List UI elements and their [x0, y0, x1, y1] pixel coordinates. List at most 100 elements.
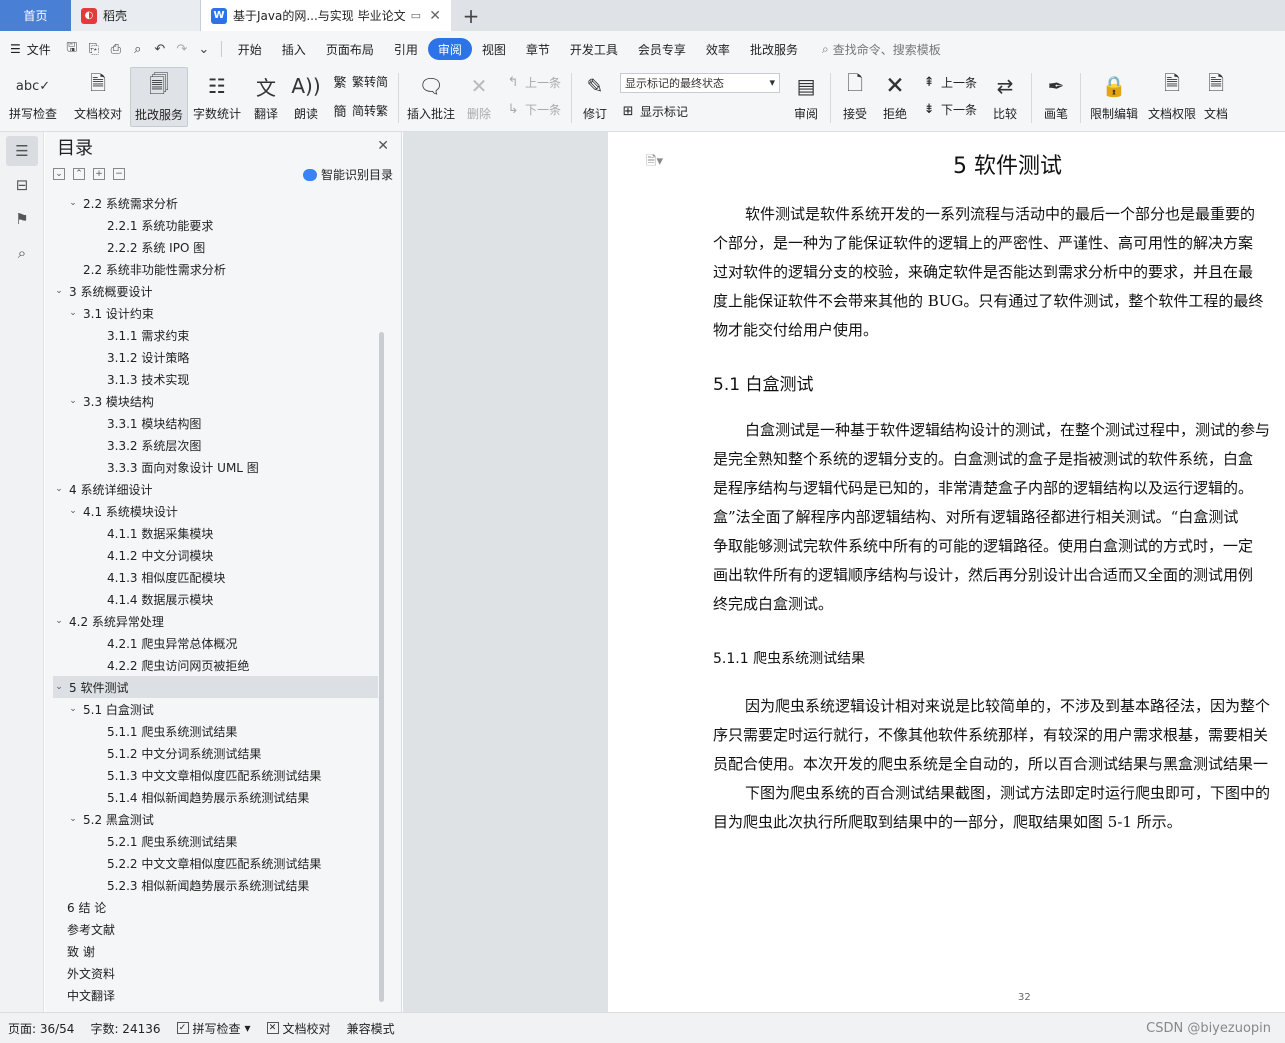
- toc-item[interactable]: 4.1.4 数据展示模块: [53, 588, 378, 610]
- redo-icon[interactable]: ↷: [171, 38, 193, 60]
- menu-item-chapter[interactable]: 章节: [516, 38, 560, 60]
- toc-item[interactable]: 外文资料: [53, 962, 378, 984]
- menu-item-insert[interactable]: 插入: [272, 38, 316, 60]
- read-aloud-button[interactable]: A)) 朗读: [286, 67, 326, 127]
- doc-more-button[interactable]: 🗎 文档: [1201, 67, 1231, 127]
- toc-item[interactable]: 4.2.2 爬虫访问网页被拒绝: [53, 654, 378, 676]
- toc-item[interactable]: 2.2 系统非功能性需求分析: [53, 258, 378, 280]
- toc-item[interactable]: ⌄ 5.1 白盒测试: [53, 698, 378, 720]
- delete-comment-button[interactable]: ✕ 删除: [459, 67, 499, 127]
- compare-button[interactable]: ⇄ 比较: [983, 67, 1027, 127]
- chevron-down-icon[interactable]: ⌄: [53, 682, 65, 692]
- prev-change-button[interactable]: ⇞ 上一条: [921, 74, 977, 91]
- status-doc-proofread[interactable]: ✕ 文档校对: [259, 1020, 339, 1037]
- toc-item[interactable]: 2.2.1 系统功能要求: [53, 214, 378, 236]
- menu-item-reference[interactable]: 引用: [384, 38, 428, 60]
- add-heading-icon[interactable]: +: [93, 168, 105, 180]
- toc-item[interactable]: ⌄ 4.1 系统模块设计: [53, 500, 378, 522]
- menu-item-view[interactable]: 视图: [472, 38, 516, 60]
- toc-panel-icon[interactable]: ☰: [6, 136, 38, 166]
- prev-comment-button[interactable]: ↰ 上一条: [505, 74, 561, 91]
- toc-item[interactable]: 致 谢: [53, 940, 378, 962]
- toc-item[interactable]: ⌄ 3.3 模块结构: [53, 390, 378, 412]
- toc-item[interactable]: 4.2.1 爬虫异常总体概况: [53, 632, 378, 654]
- tab-document[interactable]: W 基于Java的网...与实现 毕业论文 ▭ ✕: [201, 0, 451, 31]
- menu-item-layout[interactable]: 页面布局: [316, 38, 384, 60]
- reject-button[interactable]: 🗙 拒绝: [875, 67, 915, 127]
- export-pdf-icon[interactable]: ⎘: [83, 38, 105, 60]
- menu-item-efficiency[interactable]: 效率: [696, 38, 740, 60]
- trad-to-simp-button[interactable]: 繁繁转简: [332, 72, 388, 91]
- toc-item[interactable]: 4.1.2 中文分词模块: [53, 544, 378, 566]
- menu-item-devtools[interactable]: 开发工具: [560, 38, 628, 60]
- toc-item[interactable]: 4.1.1 数据采集模块: [53, 522, 378, 544]
- toc-item[interactable]: 6 结 论: [53, 896, 378, 918]
- chevron-down-icon[interactable]: ⌄: [53, 484, 65, 494]
- monitor-icon[interactable]: ▭: [411, 9, 421, 22]
- tab-home[interactable]: 首页: [0, 0, 71, 31]
- page-menu-icon[interactable]: 🗎▾: [646, 152, 663, 174]
- toc-item[interactable]: 中文翻译: [53, 984, 378, 1006]
- file-menu[interactable]: ☰ 文件: [0, 38, 61, 60]
- toc-item[interactable]: 3.1.3 技术实现: [53, 368, 378, 390]
- menu-item-correction[interactable]: 批改服务: [740, 38, 808, 60]
- pen-button[interactable]: ✒ 画笔: [1036, 67, 1076, 127]
- chevron-down-icon[interactable]: ⌄: [53, 616, 65, 626]
- toc-item[interactable]: ⌄ 4 系统详细设计: [53, 478, 378, 500]
- chevron-down-icon[interactable]: ⌄: [67, 308, 79, 318]
- toc-item[interactable]: ⌄ 5 软件测试: [53, 676, 378, 698]
- doc-proofread-button[interactable]: 🗎 文档校对: [66, 67, 130, 127]
- toc-item[interactable]: 3.3.3 面向对象设计 UML 图: [53, 456, 378, 478]
- smart-toc-button[interactable]: 智能识别目录: [302, 166, 393, 183]
- chevron-down-icon[interactable]: ⌄: [67, 704, 79, 714]
- accept-button[interactable]: 🗋 接受: [835, 67, 875, 127]
- simp-to-trad-button[interactable]: 簡简转繁: [332, 101, 388, 120]
- insert-comment-button[interactable]: 🗨 插入批注: [403, 67, 459, 127]
- spell-check-button[interactable]: abc✓ 拼写检查: [0, 67, 66, 127]
- review-pane-button[interactable]: ▤ 审阅: [786, 67, 826, 127]
- collapse-all-icon[interactable]: ⌄: [53, 168, 65, 180]
- show-markup-button[interactable]: ⊞ 显示标记: [620, 103, 780, 120]
- toc-item[interactable]: 2.2.2 系统 IPO 图: [53, 236, 378, 258]
- toc-item[interactable]: 5.1.4 相似新闻趋势展示系统测试结果: [53, 786, 378, 808]
- expand-all-icon[interactable]: ⌃: [73, 168, 85, 180]
- toc-item[interactable]: ⌄ 5.2 黑盒测试: [53, 808, 378, 830]
- menu-item-review[interactable]: 审阅: [427, 38, 472, 60]
- toc-item[interactable]: 5.1.3 中文文章相似度匹配系统测试结果: [53, 764, 378, 786]
- chevron-down-icon[interactable]: ⌄: [67, 506, 79, 516]
- print-preview-icon[interactable]: ⌕: [127, 38, 149, 60]
- status-spell-check[interactable]: ✓ 拼写检查 ▾: [169, 1020, 259, 1037]
- restrict-editing-button[interactable]: 🔒 限制编辑: [1085, 67, 1143, 127]
- next-comment-button[interactable]: ↳ 下一条: [505, 101, 561, 118]
- chevron-down-icon[interactable]: ⌄: [53, 286, 65, 296]
- toc-item[interactable]: 3.3.2 系统层次图: [53, 434, 378, 456]
- doc-permission-button[interactable]: 🗎 文档权限: [1143, 67, 1201, 127]
- search-icon[interactable]: ⌕: [6, 238, 38, 268]
- toc-item[interactable]: 5.2.2 中文文章相似度匹配系统测试结果: [53, 852, 378, 874]
- toc-item[interactable]: ⌄ 3 系统概要设计: [53, 280, 378, 302]
- close-tab-icon[interactable]: ✕: [429, 8, 441, 24]
- close-icon[interactable]: ✕: [377, 138, 389, 154]
- undo-icon[interactable]: ↶: [149, 38, 171, 60]
- toc-item[interactable]: 3.1.1 需求约束: [53, 324, 378, 346]
- page-indicator[interactable]: 页面: 36/54: [0, 1020, 82, 1037]
- new-tab-button[interactable]: +: [451, 0, 491, 31]
- toc-item[interactable]: 4.1.3 相似度匹配模块: [53, 566, 378, 588]
- word-count-button[interactable]: ☷ 字数统计: [188, 67, 246, 127]
- quick-access-dropdown-icon[interactable]: ⌄: [193, 38, 215, 60]
- tab-daoke[interactable]: ◐ 稻壳: [71, 0, 201, 31]
- chevron-down-icon[interactable]: ⌄: [67, 396, 79, 406]
- chevron-down-icon[interactable]: ⌄: [67, 814, 79, 824]
- toc-item[interactable]: 5.1.1 爬虫系统测试结果: [53, 720, 378, 742]
- toc-item[interactable]: 3.1.2 设计策略: [53, 346, 378, 368]
- bookmark-icon[interactable]: ⚑: [6, 204, 38, 234]
- translate-button[interactable]: 文 翻译: [246, 67, 286, 127]
- toc-item[interactable]: ⌄ 2.2 系统需求分析: [53, 192, 378, 214]
- chevron-down-icon[interactable]: ⌄: [67, 198, 79, 208]
- toc-scrollbar[interactable]: [379, 332, 384, 1002]
- print-icon[interactable]: ⎙: [105, 38, 127, 60]
- next-change-button[interactable]: ⇟ 下一条: [921, 101, 977, 118]
- toc-item[interactable]: 5.2.1 爬虫系统测试结果: [53, 830, 378, 852]
- save-icon[interactable]: 🖫: [61, 38, 83, 60]
- toc-item[interactable]: 5.2.3 相似新闻趋势展示系统测试结果: [53, 874, 378, 896]
